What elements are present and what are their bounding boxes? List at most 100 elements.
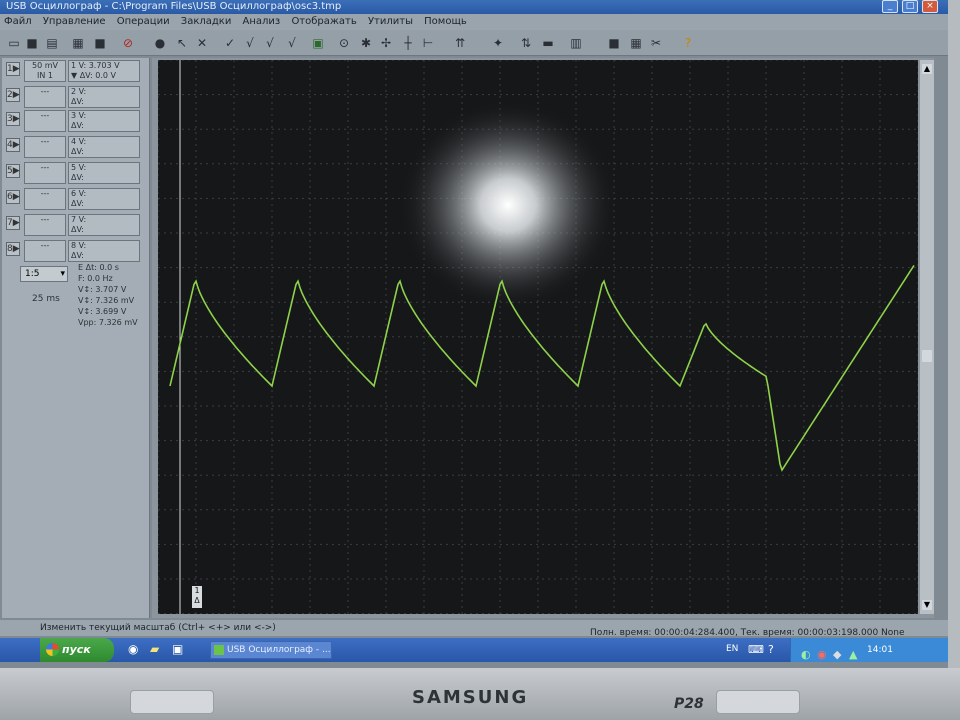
maximize-button[interactable]: □ — [902, 0, 918, 13]
keyboard-icon[interactable]: ⌨ — [748, 643, 764, 656]
quicklaunch-desktop-icon[interactable]: ▣ — [172, 642, 183, 656]
grid-icon[interactable]: ▥ — [568, 35, 584, 51]
channel-3-button[interactable]: 3▶ — [6, 112, 20, 126]
clock[interactable]: 14:01 — [867, 645, 893, 655]
menu-help[interactable]: Помощь — [420, 14, 471, 30]
channel-8-num: 8 — [71, 241, 77, 250]
oscilloscope-display[interactable]: 1 Δ — [157, 59, 919, 615]
toolbar: ▭ ■ ▤ ▦ ■ ⊘ ● ↖ ✕ ✓ √ √ √ ▣ ⊙ ✱ ✢ ┼ ⊢ ⇈ … — [0, 30, 948, 56]
cursor-icon[interactable]: ↖ — [174, 35, 190, 51]
minimize-button[interactable]: _ — [882, 0, 898, 13]
power-icon[interactable]: ▲ — [849, 643, 857, 667]
channel-8-button[interactable]: 8▶ — [6, 242, 20, 256]
menu-control[interactable]: Управление — [39, 14, 110, 30]
help-icon[interactable]: ? — [680, 35, 696, 51]
measure-icon[interactable]: ⊢ — [420, 35, 436, 51]
measurements-panel: E Δt: 0.0 s F: 0.0 Hz V↕: 3.707 V V↕: 7.… — [78, 262, 144, 328]
start-button[interactable]: пуск — [40, 638, 114, 662]
channel-7-scale[interactable]: --- — [24, 214, 66, 236]
cursor-marker[interactable]: 1 Δ — [192, 586, 202, 608]
ratio-select[interactable]: 1:5 ▾ — [20, 266, 68, 282]
settings-icon[interactable]: ▬ — [540, 35, 556, 51]
scroll-up-icon[interactable]: ▲ — [922, 64, 932, 74]
menu-bookmarks[interactable]: Закладки — [177, 14, 236, 30]
channel-6-dv: ΔV: — [71, 199, 84, 208]
channel-2-button[interactable]: 2▶ — [6, 88, 20, 102]
marker-icon[interactable]: ✱ — [358, 35, 374, 51]
scroll-thumb[interactable] — [922, 350, 932, 362]
channel-2-dv: ΔV: — [71, 97, 84, 106]
channel-2-num: 2 — [71, 87, 77, 96]
window-title: USB Осциллограф - C:\Program Files\USB О… — [6, 1, 342, 12]
network-icon[interactable]: ◐ — [801, 643, 811, 667]
zoom-icon[interactable]: ⊙ — [336, 35, 352, 51]
channel-4-scale[interactable]: --- — [24, 136, 66, 158]
menu-file[interactable]: Файл — [0, 14, 36, 30]
channel-5-num: 5 — [71, 163, 77, 172]
check2-icon[interactable]: √ — [242, 35, 258, 51]
menu-analysis[interactable]: Анализ — [239, 14, 285, 30]
split-icon[interactable]: ⇅ — [518, 35, 534, 51]
channel-5-button[interactable]: 5▶ — [6, 164, 20, 178]
menu-utilities[interactable]: Утилиты — [364, 14, 417, 30]
taskbar-app-oscilloscope[interactable]: USB Осциллограф - ... — [210, 641, 332, 659]
menu-operations[interactable]: Операции — [113, 14, 174, 30]
save-icon[interactable]: ■ — [24, 35, 40, 51]
check3-icon[interactable]: √ — [262, 35, 278, 51]
stop-icon[interactable]: ⊘ — [120, 35, 136, 51]
save-alt-icon[interactable]: ■ — [92, 35, 108, 51]
trigger-icon[interactable]: ⇈ — [452, 35, 468, 51]
copy-icon[interactable]: ▦ — [70, 35, 86, 51]
tools-icon[interactable]: ✕ — [194, 35, 210, 51]
taskbar: пуск ◉ ▰ ▣ USB Осциллограф - ... EN ⌨ ? … — [0, 638, 948, 662]
cursor2-icon[interactable]: ┼ — [400, 35, 416, 51]
channel-2-scale[interactable]: --- — [24, 86, 66, 108]
channel-4-button[interactable]: 4▶ — [6, 138, 20, 152]
filter-icon[interactable]: ✦ — [490, 35, 506, 51]
channel-6-num: 6 — [71, 189, 77, 198]
bezel-right — [948, 0, 960, 668]
cross-icon[interactable]: ✢ — [378, 35, 394, 51]
measure-v2: V↕: 7.326 mV — [78, 296, 135, 305]
print-icon[interactable]: ▤ — [44, 35, 60, 51]
security-icon[interactable]: ◉ — [817, 643, 827, 667]
quicklaunch-browser-icon[interactable]: ◉ — [128, 642, 138, 656]
close-button[interactable]: × — [922, 0, 938, 13]
measure-v3: V↕: 3.699 V — [78, 307, 127, 316]
channel-4-num: 4 — [71, 137, 77, 146]
scroll-down-icon[interactable]: ▼ — [922, 600, 932, 610]
stop-square-icon[interactable]: ■ — [606, 35, 622, 51]
channel-8-dv: ΔV: — [71, 251, 84, 260]
check-icon[interactable]: ✓ — [222, 35, 238, 51]
channel-5-scale[interactable]: --- — [24, 162, 66, 184]
open-icon[interactable]: ▭ — [6, 35, 22, 51]
check4-icon[interactable]: √ — [284, 35, 300, 51]
channel-6-button[interactable]: 6▶ — [6, 190, 20, 204]
chart-icon[interactable]: ▣ — [310, 35, 326, 51]
channel-7-readout: 7 V: ΔV: — [68, 214, 140, 236]
close-tool-icon[interactable]: ▦ — [628, 35, 644, 51]
status-time: Полн. время: 00:00:04:284.400, Тек. врем… — [590, 628, 905, 638]
channel-1-v: 1 V: 3.703 V — [71, 61, 120, 70]
record-icon[interactable]: ● — [152, 35, 168, 51]
channel-6-scale[interactable]: --- — [24, 188, 66, 210]
channel-1-scale[interactable]: 50 mV IN 1 — [24, 60, 66, 82]
vertical-scrollbar[interactable]: ▲ ▼ — [920, 60, 934, 614]
measure-dt: E Δt: 0.0 s — [78, 263, 119, 272]
volume-icon[interactable]: ◆ — [833, 643, 841, 667]
measure-freq: F: 0.0 Hz — [78, 274, 113, 283]
cut-icon[interactable]: ✂ — [648, 35, 664, 51]
windows-logo-icon — [46, 643, 59, 656]
channel-8-v: V: — [78, 241, 87, 250]
help-tray-icon[interactable]: ? — [768, 643, 774, 656]
ratio-value: 1:5 — [25, 269, 40, 279]
channel-8-scale[interactable]: --- — [24, 240, 66, 262]
quicklaunch-folder-icon[interactable]: ▰ — [150, 642, 159, 656]
channel-2-readout: 2 V: ΔV: — [68, 86, 140, 108]
channel-3-scale[interactable]: --- — [24, 110, 66, 132]
channel-7-button[interactable]: 7▶ — [6, 216, 20, 230]
taskbar-app-label: USB Осциллограф - ... — [227, 645, 331, 655]
channel-1-button[interactable]: 1▶ — [6, 62, 20, 76]
language-indicator[interactable]: EN — [726, 644, 738, 654]
menu-display[interactable]: Отображать — [287, 14, 360, 30]
